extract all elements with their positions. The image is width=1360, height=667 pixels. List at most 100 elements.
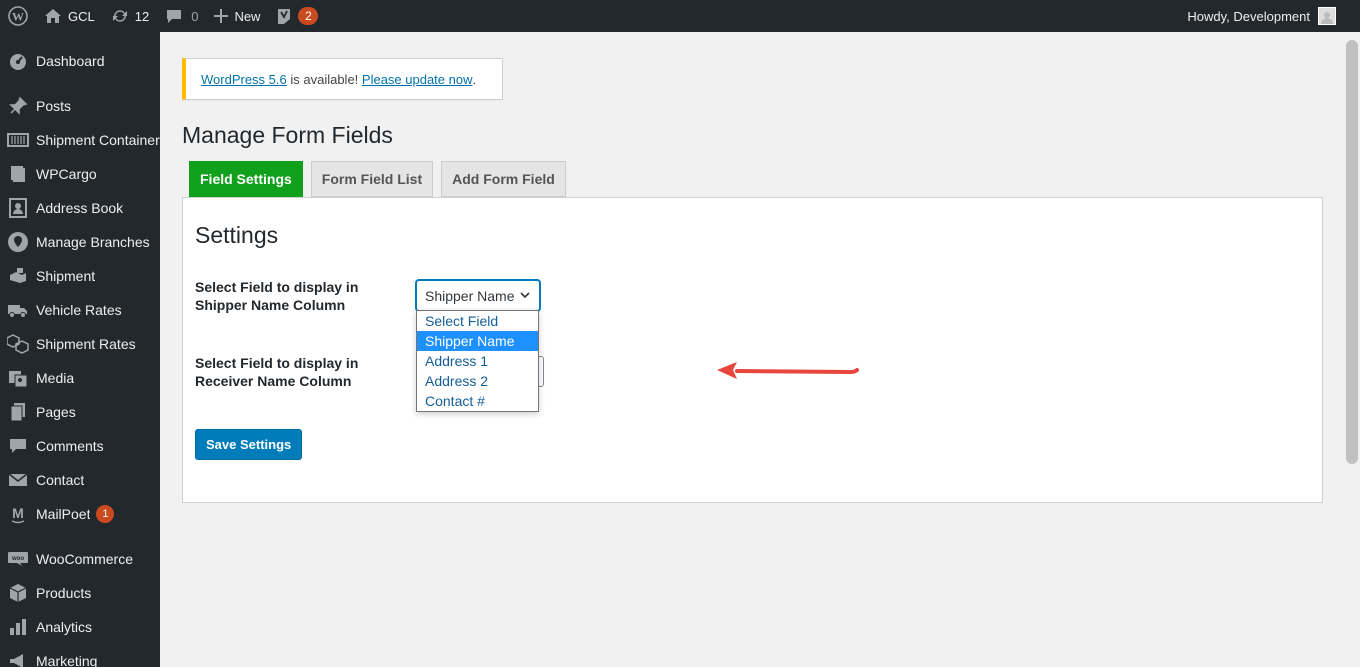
save-settings-button[interactable]: Save Settings [195,429,303,460]
svg-text:M: M [12,505,24,521]
wordpress-icon: W [8,6,28,26]
sidebar-item-label: Contact [36,472,85,488]
shipper-label-line1: Select Field to display in [195,279,359,295]
sidebar-item-manage-branches[interactable]: Manage Branches [0,225,160,259]
page-title: Manage Form Fields [182,122,393,148]
container-icon [0,131,36,149]
dropdown-option-selected[interactable]: Shipper Name [417,331,538,351]
sidebar-item-label: Vehicle Rates [36,302,122,318]
shipper-name-select[interactable]: Shipper Name [416,280,540,311]
scrollbar-thumb[interactable] [1346,40,1358,464]
sidebar-item-marketing[interactable]: Marketing [0,644,160,667]
comments-count: 0 [191,8,199,24]
location-icon [0,231,36,253]
dropdown-option[interactable]: Address 1 [417,351,538,371]
dropdown-option[interactable]: Contact # [417,391,538,411]
page-scrollbar[interactable] [1344,32,1360,667]
howdy-greeting: Howdy, Development [1187,8,1310,24]
shipper-select-dropdown: Select Field Shipper Name Address 1 Addr… [416,310,539,412]
sidebar-item-label: Pages [36,404,76,420]
sidebar-item-vehicle-rates[interactable]: Vehicle Rates [0,293,160,327]
dropdown-option[interactable]: Address 2 [417,371,538,391]
media-icon [0,368,36,388]
receiver-label-line1: Select Field to display in [195,355,359,371]
shipper-field-label: Select Field to display in Shipper Name … [195,278,385,314]
shipment-icon [0,267,36,285]
sidebar-item-contact[interactable]: Contact [0,463,160,497]
plus-icon [214,9,229,23]
update-notice: WordPress 5.6 is available! Please updat… [182,58,503,100]
sidebar-item-label: Shipment [36,268,96,284]
yoast-seo-menu[interactable]: 2 [268,0,326,32]
sidebar-item-media[interactable]: Media [0,361,160,395]
sidebar-item-posts[interactable]: Posts [0,89,160,123]
sidebar-item-shipment-rates[interactable]: Shipment Rates [0,327,160,361]
mailpoet-notification-badge: 1 [96,505,115,523]
dashboard-icon [0,51,36,71]
sidebar-item-shipment-container[interactable]: Shipment Container [0,123,160,157]
tab-field-settings[interactable]: Field Settings [189,161,303,197]
comment-icon [0,437,36,455]
sidebar-item-label: WooCommerce [36,551,133,567]
truck-icon [0,301,36,319]
site-name-menu[interactable]: GCL [36,0,103,32]
sidebar-item-label: Media [36,370,75,386]
home-icon [44,8,62,24]
sidebar-item-label: Manage Branches [36,234,150,250]
shipper-select-value: Shipper Name [425,287,515,304]
sidebar-item-address-book[interactable]: Address Book [0,191,160,225]
receiver-label-line2: Receiver Name Column [195,373,352,389]
wordpress-version-link[interactable]: WordPress 5.6 [201,72,287,87]
sidebar-item-label: Posts [36,98,72,114]
sidebar-item-dashboard[interactable]: Dashboard [0,44,160,78]
sidebar-item-label: Dashboard [36,53,105,69]
red-arrow-annotation [717,362,859,379]
dropdown-option[interactable]: Select Field [417,311,538,331]
sidebar-item-mailpoet[interactable]: M MailPoet 1 [0,497,160,531]
wordpress-logo-menu[interactable]: W [0,0,36,32]
comments-menu[interactable]: 0 [157,0,206,32]
updates-menu[interactable]: 12 [103,0,157,32]
my-account-menu[interactable]: Howdy, Development [1179,0,1360,32]
receiver-field-label: Select Field to display in Receiver Name… [195,354,385,390]
woo-icon: woo [0,551,36,567]
book-icon [0,164,36,184]
update-now-link[interactable]: Please update now [362,72,473,87]
contact-card-icon [0,198,36,218]
sidebar-item-label: Analytics [36,619,93,635]
sidebar-item-pages[interactable]: Pages [0,395,160,429]
sidebar-item-wpcargo[interactable]: WPCargo [0,157,160,191]
sidebar-item-label: Comments [36,438,104,454]
sidebar-item-label: WPCargo [36,166,97,182]
svg-text:W: W [12,10,24,24]
yoast-icon [276,7,292,25]
updates-icon [111,8,129,24]
settings-tabs: Field Settings Form Field List Add Form … [189,161,566,197]
admin-bar: W GCL 12 0 New 2 Howdy, Development [0,0,1360,32]
svg-text:woo: woo [11,556,24,562]
settings-heading: Settings [195,222,279,248]
notice-text: is available! [286,71,362,87]
admin-sidebar: Dashboard Posts Shipment Container WPCar… [0,32,160,667]
yoast-notification-badge: 2 [298,7,319,25]
sidebar-item-comments[interactable]: Comments [0,429,160,463]
bar-chart-icon [0,618,36,636]
chevron-down-icon [520,292,530,299]
updates-count: 12 [134,8,150,24]
mailpoet-icon: M [0,504,36,524]
sidebar-item-products[interactable]: Products [0,576,160,610]
tab-form-field-list[interactable]: Form Field List [310,161,434,197]
box-icon [0,583,36,603]
comment-bubble-icon [165,8,183,24]
new-content-menu[interactable]: New [206,0,268,32]
sidebar-item-woocommerce[interactable]: woo WooCommerce [0,542,160,576]
tab-add-form-field[interactable]: Add Form Field [441,161,566,197]
new-label: New [234,8,261,24]
site-name: GCL [68,8,95,24]
sidebar-item-analytics[interactable]: Analytics [0,610,160,644]
sidebar-item-shipment[interactable]: Shipment [0,259,160,293]
sidebar-item-label: Shipment Container [36,132,160,148]
mail-icon [0,472,36,488]
sidebar-item-label: Shipment Rates [36,336,136,352]
sidebar-item-label: Address Book [36,200,124,216]
